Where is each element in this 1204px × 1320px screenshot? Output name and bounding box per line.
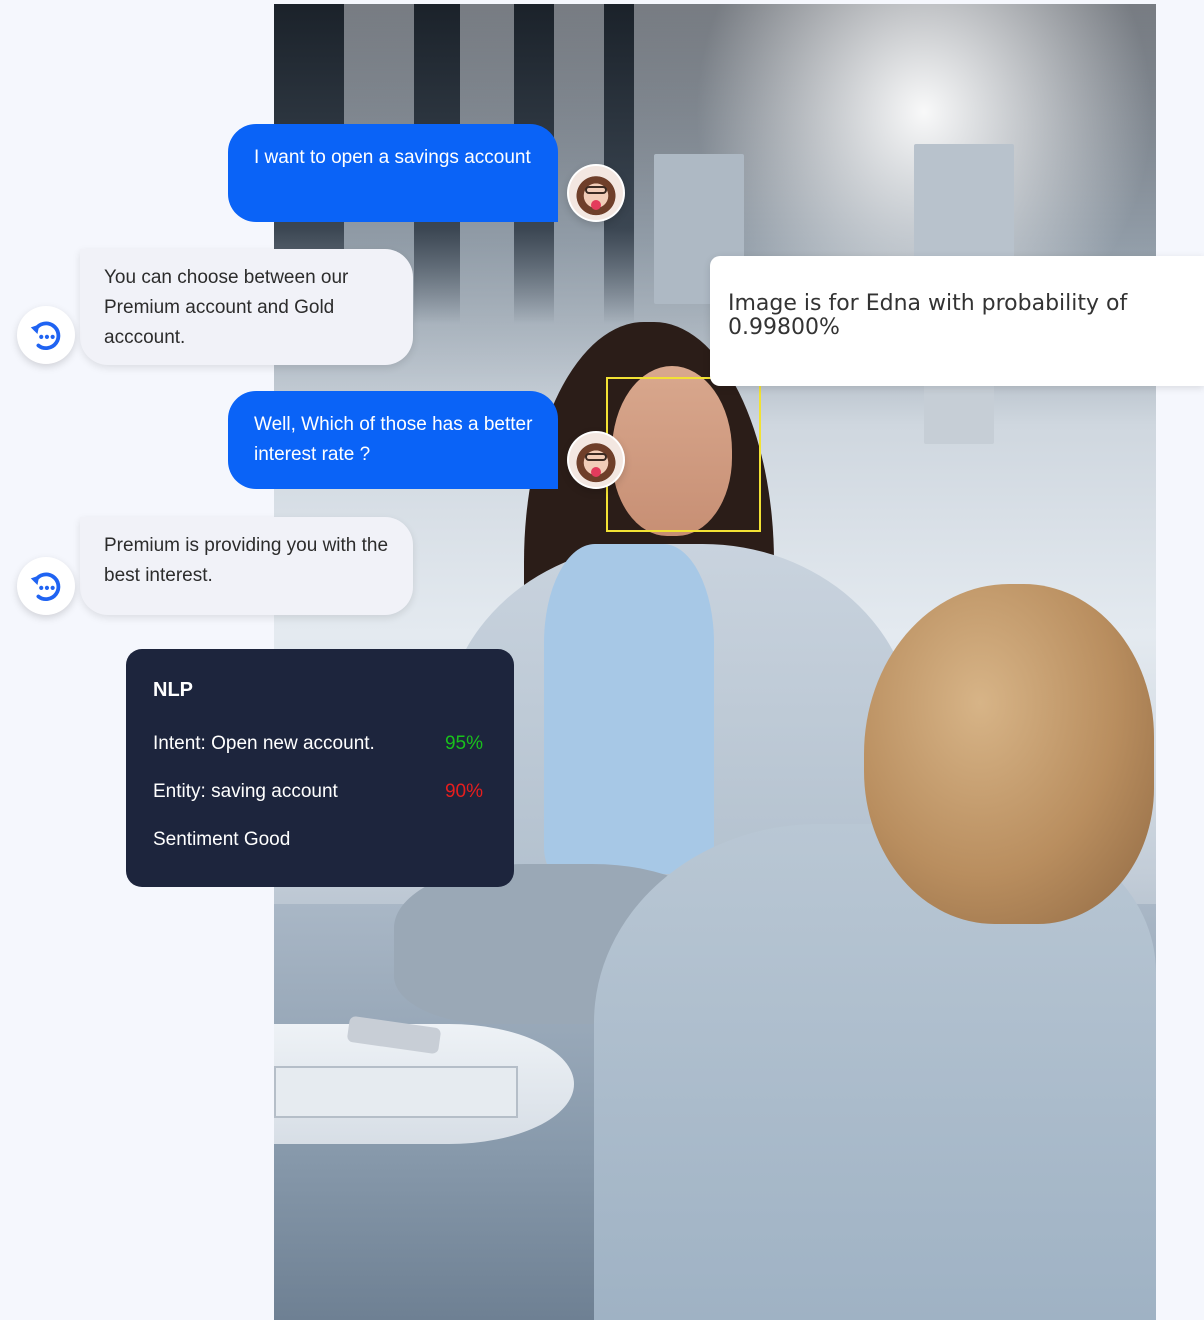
chat-bot-icon (17, 557, 75, 615)
recognition-caption: Image is for Edna with probability of 0.… (728, 291, 1128, 340)
nlp-entity-label: Entity: saving account (153, 781, 338, 802)
bot-message-bubble: Premium is providing you with the best i… (80, 517, 413, 615)
user-avatar-glasses (585, 186, 607, 194)
user-avatar (567, 431, 625, 489)
user-avatar-lips (591, 467, 601, 477)
user-avatar (567, 164, 625, 222)
photo-second-person-hair (864, 584, 1154, 924)
nlp-sentiment-row: Sentiment Good (153, 829, 483, 851)
bot-message-bubble: You can choose between our Premium accou… (80, 249, 413, 365)
nlp-intent-label: Intent: Open new account. (153, 733, 375, 754)
nlp-title: NLP (153, 679, 193, 701)
photo-window (604, 4, 634, 324)
photo-woman-shirt (544, 544, 714, 874)
user-avatar-lips (591, 200, 601, 210)
chat-bot-icon (17, 306, 75, 364)
recognition-caption-card: Image is for Edna with probability of 0.… (710, 256, 1204, 386)
nlp-intent-row: Intent: Open new account. 95% (153, 733, 483, 755)
user-message-bubble: Well, Which of those has a better intere… (228, 391, 558, 489)
user-message-bubble: I want to open a savings account (228, 124, 558, 222)
nlp-sentiment-label: Sentiment Good (153, 829, 291, 850)
nlp-entity-row: Entity: saving account 90% (153, 781, 483, 803)
nlp-entity-value: 90% (444, 781, 483, 802)
user-avatar-glasses (585, 453, 607, 461)
nlp-analysis-card: NLP Intent: Open new account. 95% Entity… (126, 649, 514, 887)
photo-pillar (914, 144, 1014, 264)
face-detection-box (606, 377, 761, 532)
photo-tablet (274, 1066, 518, 1118)
nlp-intent-value: 95% (444, 733, 483, 754)
